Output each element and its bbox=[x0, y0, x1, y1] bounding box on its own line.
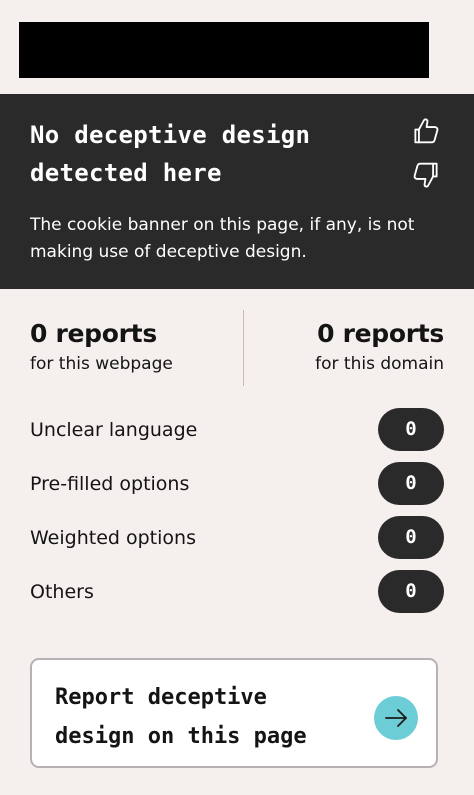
thumbs-up-icon[interactable] bbox=[409, 114, 443, 148]
category-row-others: Others 0 bbox=[30, 570, 444, 624]
report-deceptive-design-button[interactable]: Report deceptive design on this page bbox=[30, 658, 438, 768]
category-count-badge: 0 bbox=[378, 570, 444, 613]
domain-report-label: for this domain bbox=[315, 354, 444, 374]
category-count-badge: 0 bbox=[378, 408, 444, 451]
category-count-badge: 0 bbox=[378, 516, 444, 559]
category-list: Unclear language 0 Pre-filled options 0 … bbox=[30, 408, 444, 624]
category-row-weighted-options: Weighted options 0 bbox=[30, 516, 444, 570]
category-row-pre-filled-options: Pre-filled options 0 bbox=[30, 462, 444, 516]
category-label: Unclear language bbox=[30, 419, 198, 441]
report-button-label: Report deceptive design on this page bbox=[55, 685, 307, 749]
domain-report-count: 0 reports bbox=[317, 319, 444, 348]
webpage-reports: 0 reports for this webpage bbox=[30, 316, 173, 376]
category-count-badge: 0 bbox=[378, 462, 444, 505]
category-row-unclear-language: Unclear language 0 bbox=[30, 408, 444, 462]
category-label: Others bbox=[30, 581, 94, 603]
redacted-header bbox=[19, 22, 429, 78]
category-label: Pre-filled options bbox=[30, 473, 190, 495]
arrow-right-icon bbox=[374, 696, 418, 740]
webpage-report-count: 0 reports bbox=[30, 319, 157, 348]
status-description: The cookie banner on this page, if any, … bbox=[30, 215, 415, 262]
webpage-report-label: for this webpage bbox=[30, 354, 173, 374]
domain-reports: 0 reports for this domain bbox=[315, 316, 444, 376]
status-title: No deceptive design detected here bbox=[30, 121, 311, 187]
report-counts: 0 reports for this webpage 0 reports for… bbox=[30, 316, 444, 388]
thumbs-down-icon[interactable] bbox=[409, 158, 443, 192]
category-label: Weighted options bbox=[30, 527, 196, 549]
status-panel: No deceptive design detected here The co… bbox=[0, 94, 474, 289]
report-divider bbox=[243, 310, 244, 386]
